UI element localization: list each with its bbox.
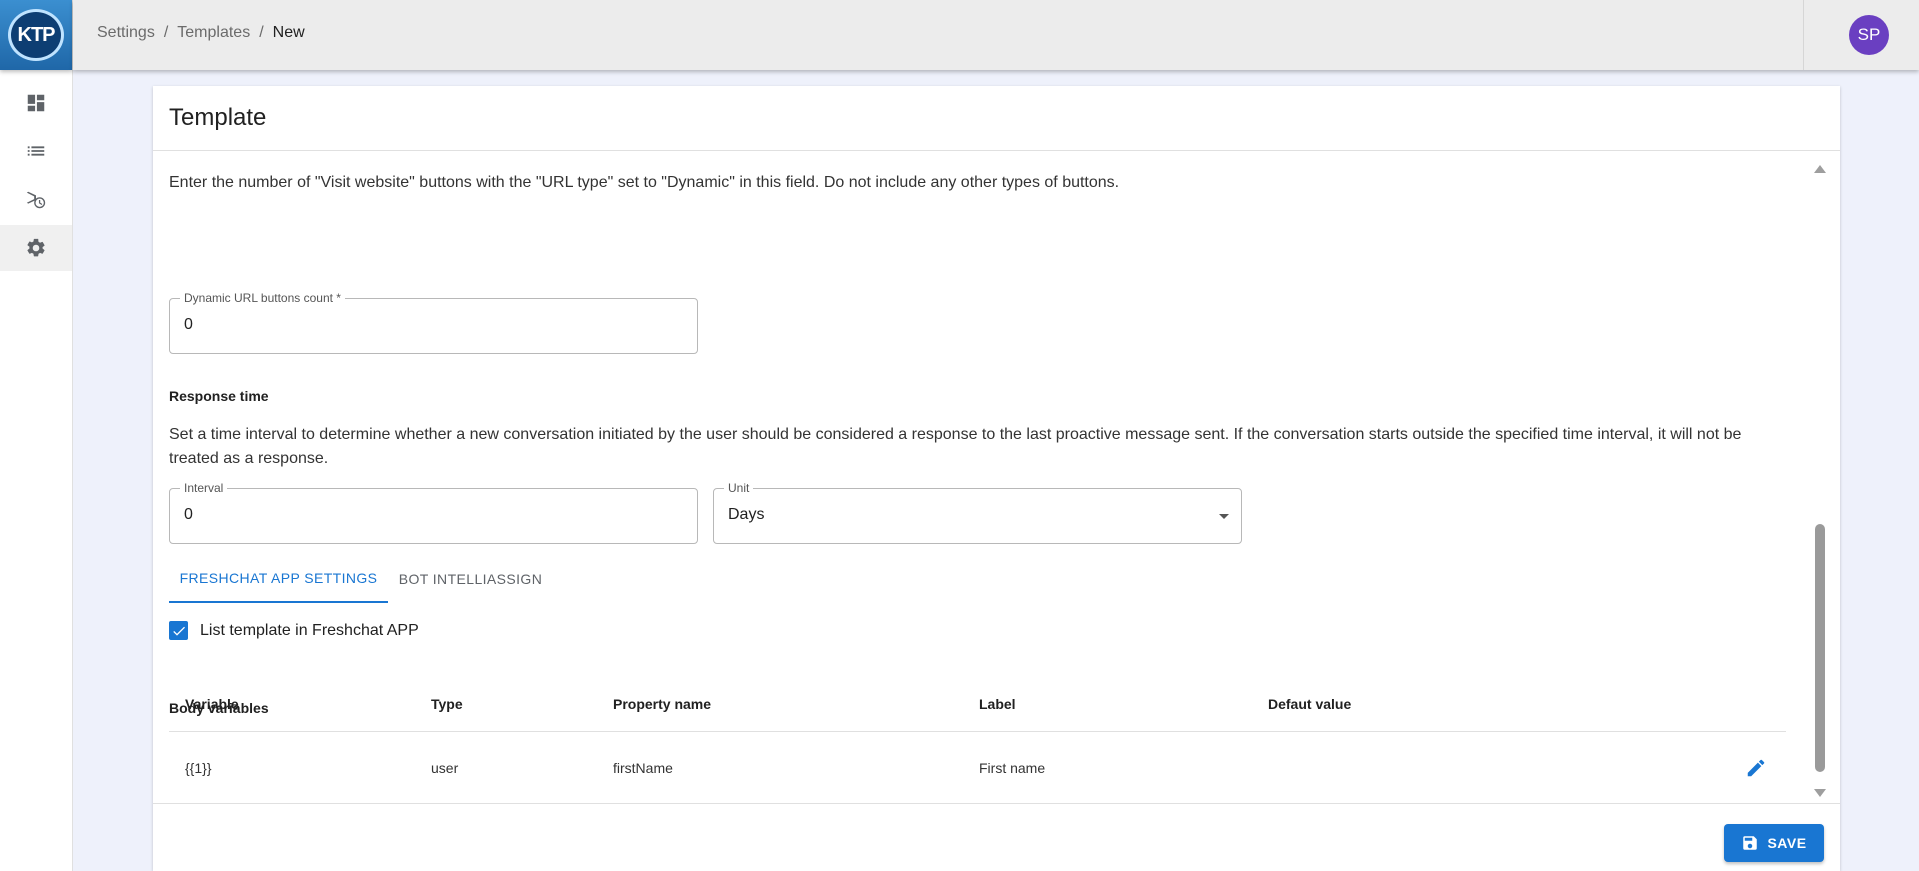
- save-button[interactable]: SAVE: [1724, 824, 1824, 862]
- avatar[interactable]: SP: [1849, 15, 1889, 55]
- check-icon: [172, 626, 185, 636]
- list-template-row: List template in Freshchat APP: [169, 621, 419, 640]
- tab-label: FRESHCHAT APP SETTINGS: [179, 570, 378, 586]
- sidebar-item-campaign-history[interactable]: [0, 177, 72, 223]
- dynamic-url-count-label: Dynamic URL buttons count *: [180, 291, 345, 305]
- sidebar-item-dashboard[interactable]: [0, 80, 72, 126]
- breadcrumb: Settings / Templates / New: [97, 24, 305, 42]
- dynamic-url-count-field[interactable]: Dynamic URL buttons count * 0: [169, 291, 698, 354]
- logo-text: KTP: [17, 23, 56, 46]
- column-header-property-name: Property name: [613, 695, 712, 712]
- list-template-label: List template in Freshchat APP: [200, 621, 419, 639]
- pencil-icon: [1747, 759, 1765, 777]
- edit-variable-button[interactable]: [1744, 756, 1768, 780]
- top-header: Settings / Templates / New SP: [73, 0, 1919, 70]
- breadcrumb-settings[interactable]: Settings: [97, 24, 155, 42]
- column-header-label: Label: [979, 695, 1016, 712]
- save-icon: [1743, 836, 1758, 850]
- cell-variable: {{1}}: [185, 759, 212, 776]
- sidebar-item-list[interactable]: [0, 128, 72, 174]
- save-label: SAVE: [1767, 835, 1807, 851]
- list-template-checkbox[interactable]: [169, 621, 188, 640]
- dashboard-icon: [27, 94, 45, 112]
- table-row: {{1}} user firstName First name: [169, 732, 1786, 804]
- column-header-type: Type: [431, 695, 463, 712]
- history-icon: [26, 191, 46, 209]
- table-header-row: Variable Type Property name Label Defaut…: [169, 676, 1786, 732]
- breadcrumb-templates[interactable]: Templates: [177, 24, 250, 42]
- template-card: Template Enter the number of "Visit webs…: [153, 86, 1840, 871]
- dynamic-url-count-value: 0: [184, 316, 193, 333]
- sidebar-item-settings[interactable]: [0, 225, 72, 271]
- unit-label: Unit: [724, 481, 754, 495]
- footer-divider: [153, 803, 1840, 804]
- gear-icon: [27, 238, 45, 257]
- list-icon: [27, 146, 45, 156]
- tab-freshchat-app-settings[interactable]: FRESHCHAT APP SETTINGS: [169, 555, 388, 603]
- cell-property-name: firstName: [613, 759, 673, 776]
- scrollbar-thumb[interactable]: [1815, 524, 1825, 772]
- scroll-down-arrow-icon[interactable]: [1814, 789, 1826, 797]
- cell-type: user: [431, 759, 459, 776]
- unit-value: Days: [728, 506, 765, 523]
- dynamic-url-help-text: Enter the number of "Visit website" butt…: [169, 174, 1120, 191]
- sidebar: KTP: [0, 0, 73, 871]
- avatar-initials: SP: [1857, 25, 1881, 44]
- header-divider: [1803, 0, 1804, 70]
- response-time-help-text: Set a time interval to determine whether…: [169, 426, 1742, 467]
- interval-label: Interval: [180, 481, 228, 495]
- column-header-default-value: Defaut value: [1268, 695, 1352, 712]
- page-title: Template: [169, 104, 267, 131]
- scroll-up-arrow-icon[interactable]: [1814, 165, 1826, 173]
- logo-badge: KTP: [8, 9, 64, 61]
- chevron-down-icon: [1219, 514, 1229, 519]
- breadcrumb-separator: /: [259, 24, 264, 41]
- cell-label: First name: [979, 759, 1046, 776]
- tab-label: BOT INTELLIASSIGN: [398, 571, 543, 587]
- app-logo[interactable]: KTP: [0, 0, 72, 70]
- body-variables-table: Variable Type Property name Label Defaut…: [169, 676, 1786, 804]
- breadcrumb-separator: /: [163, 24, 169, 41]
- unit-select[interactable]: Unit Days: [713, 481, 1242, 544]
- interval-field[interactable]: Interval 0: [169, 481, 698, 544]
- tab-bot-intelliassign[interactable]: BOT INTELLIASSIGN: [388, 555, 553, 603]
- interval-value: 0: [184, 506, 193, 523]
- column-header-variable: Variable: [185, 695, 239, 712]
- scrollbar[interactable]: [1814, 151, 1826, 803]
- breadcrumb-current: New: [272, 24, 305, 41]
- response-time-title: Response time: [169, 388, 269, 404]
